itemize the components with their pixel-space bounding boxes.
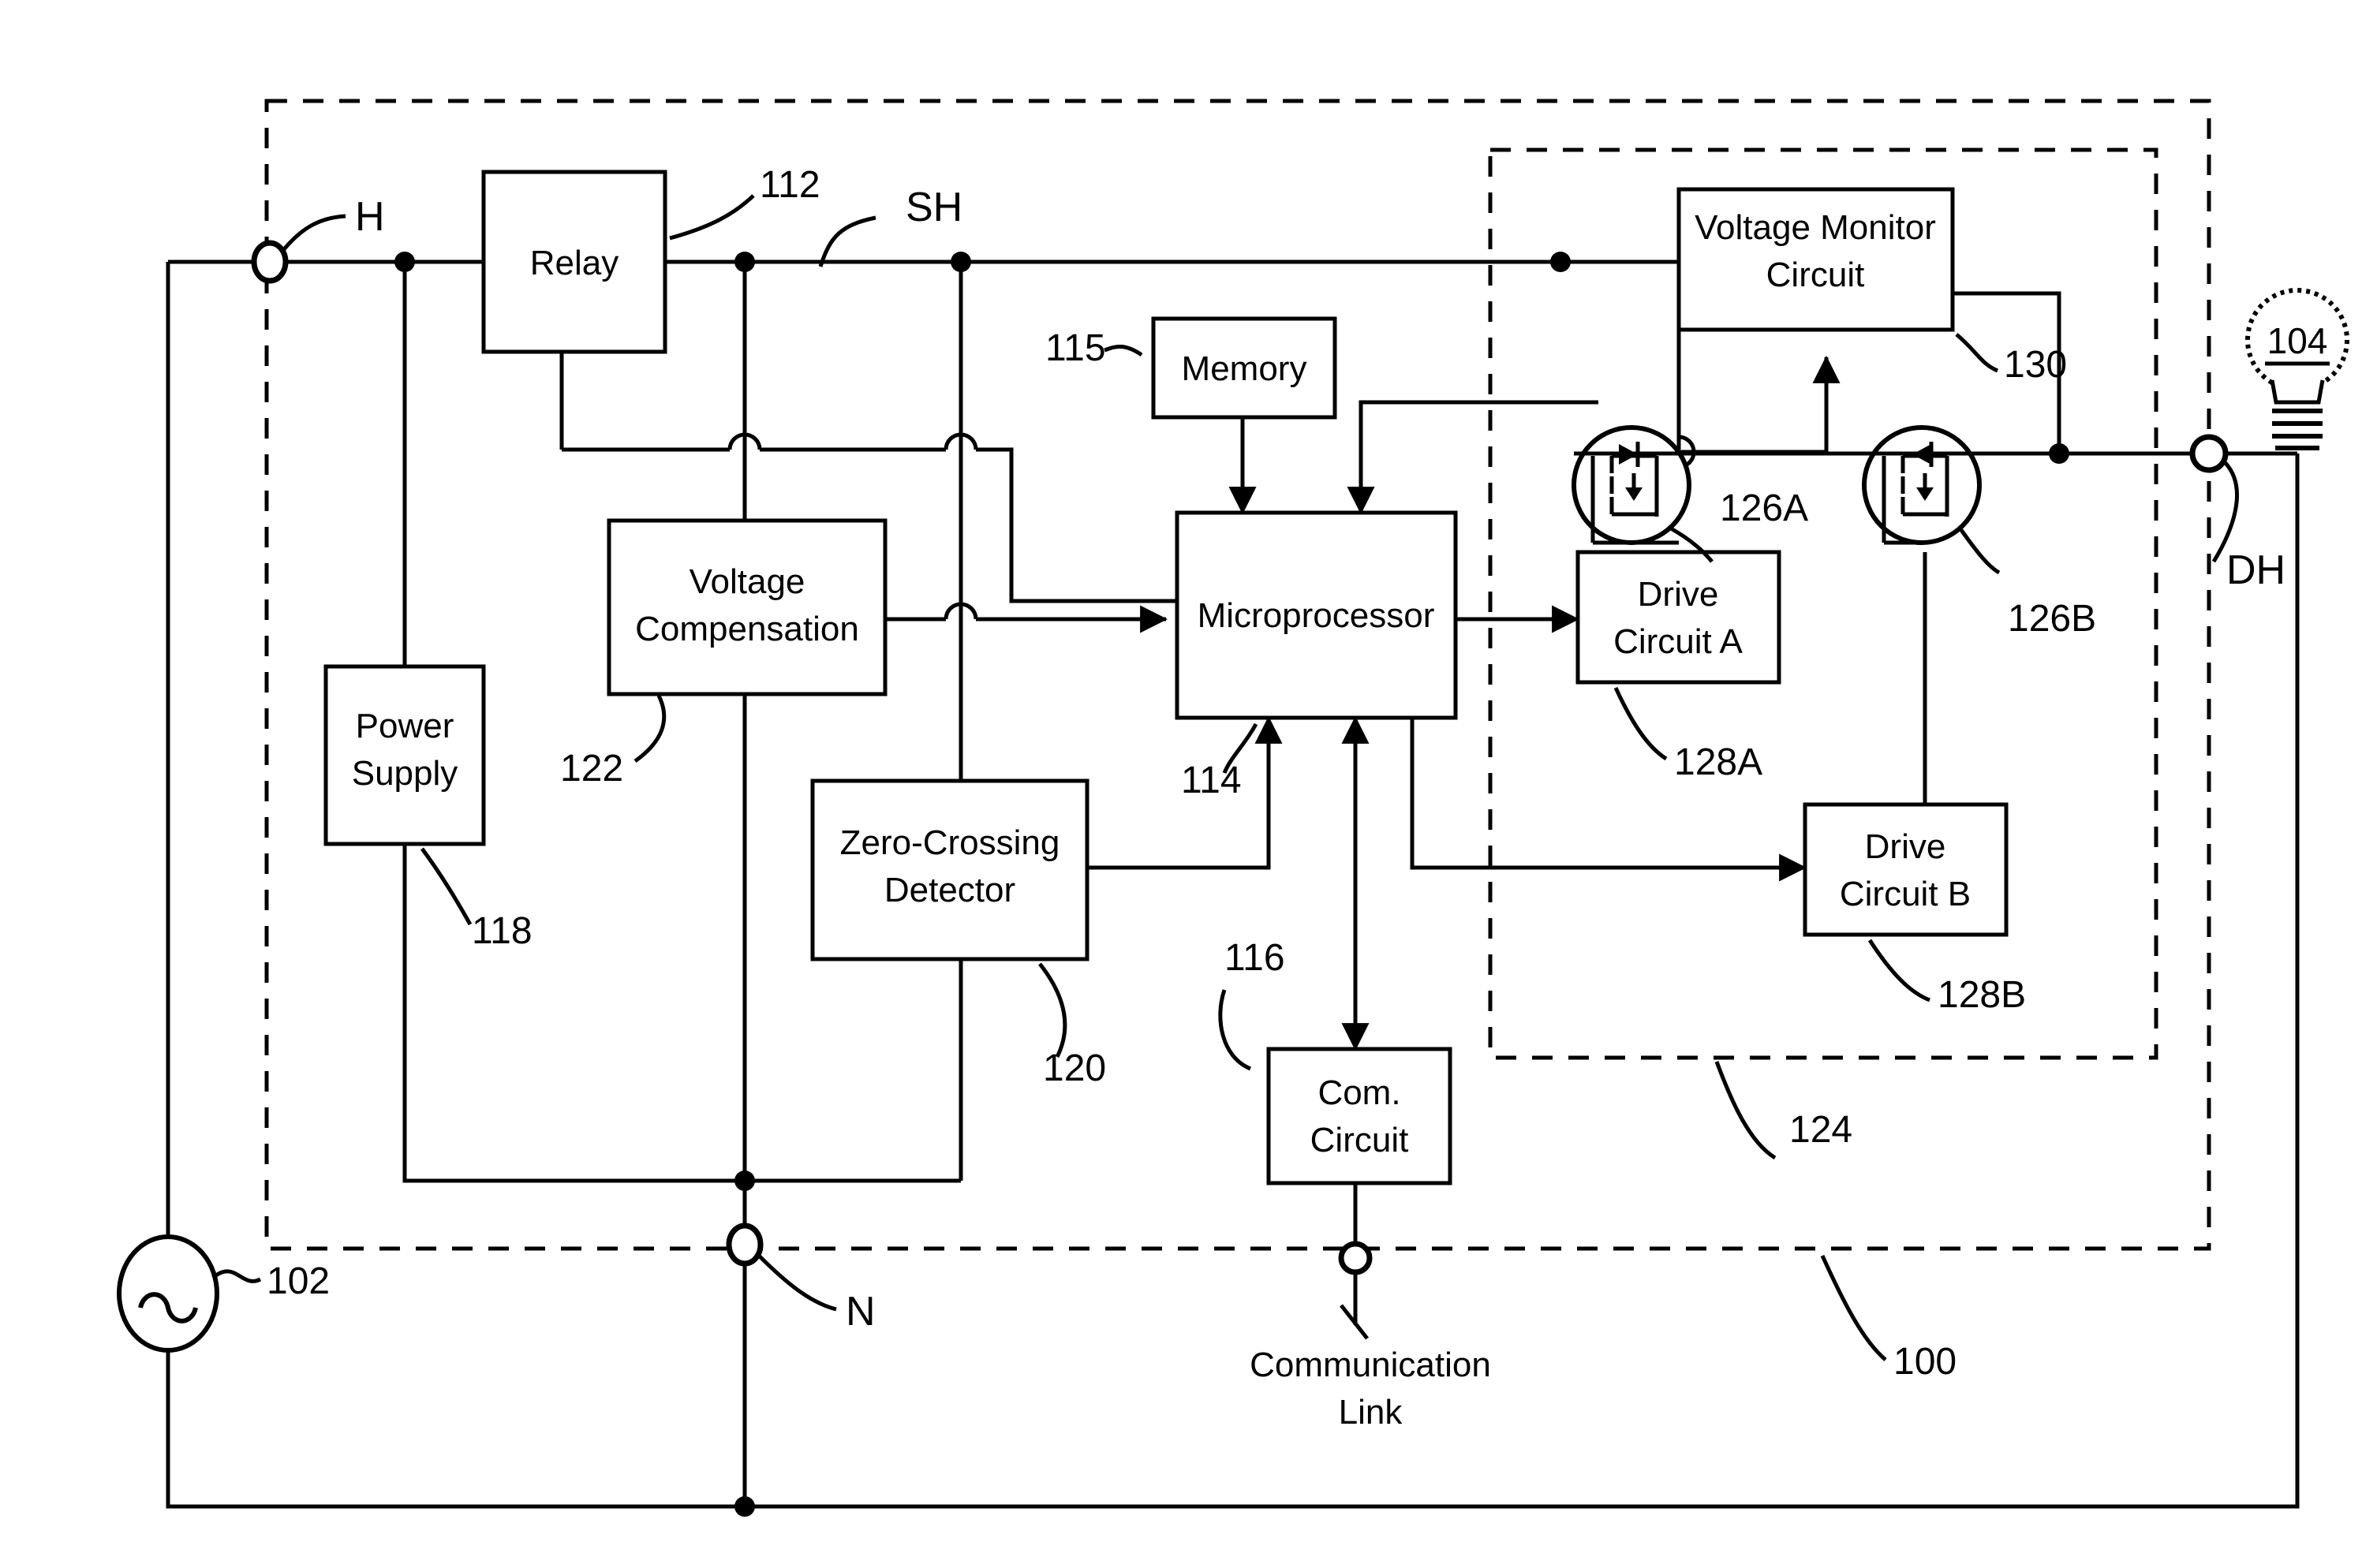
lamp-load xyxy=(2245,288,2349,450)
ref-115: 115 xyxy=(1045,327,1106,369)
block-label-psupply-1: Power xyxy=(356,707,454,745)
leader-100 xyxy=(1820,1254,1887,1361)
wire-vmon-in-b xyxy=(1679,355,1841,454)
leader-122 xyxy=(633,694,667,763)
diagram-svg: Relay Memory Microprocessor Voltage Comp… xyxy=(117,99,2349,1517)
ref-118: 118 xyxy=(472,910,533,952)
patent-figure-canvas: Relay Memory Microprocessor Voltage Comp… xyxy=(0,0,2377,1568)
block-label-vmon-1: Voltage Monitor xyxy=(1695,208,1936,247)
leader-115 xyxy=(1104,345,1143,357)
leader-118 xyxy=(420,847,473,926)
ref-114: 114 xyxy=(1181,760,1242,801)
mosfet-a xyxy=(1572,425,1691,545)
block-zcd xyxy=(810,778,1089,961)
ref-112: 112 xyxy=(760,164,820,206)
communication-link-label-2: Link xyxy=(1339,1393,1403,1432)
ref-122: 122 xyxy=(560,748,623,790)
terminal-label-H: H xyxy=(355,194,385,240)
leader-130 xyxy=(1955,333,1999,373)
block-vcomp xyxy=(607,518,888,696)
block-com xyxy=(1266,1047,1452,1185)
communication-link-label-1: Communication xyxy=(1250,1346,1491,1384)
ref-116: 116 xyxy=(1224,937,1285,979)
block-driveB xyxy=(1803,802,2009,937)
ref-104: 104 xyxy=(2267,320,2328,361)
block-label-driveA-1: Drive xyxy=(1638,575,1719,614)
block-label-micro: Microprocessor xyxy=(1198,596,1435,635)
leader-128B xyxy=(1867,939,1930,1002)
block-label-com-2: Circuit xyxy=(1310,1121,1409,1159)
wire-vmon-to-micro xyxy=(1347,400,1598,515)
block-label-vmon-2: Circuit xyxy=(1766,256,1865,294)
ref-120: 120 xyxy=(1043,1047,1106,1089)
terminal-label-N: N xyxy=(846,1289,876,1335)
leader-126B xyxy=(1959,528,2001,575)
ref-126A: 126A xyxy=(1720,487,1808,529)
ref-128B: 128B xyxy=(1938,974,2026,1016)
block-label-driveA-2: Circuit A xyxy=(1613,622,1743,661)
ref-126B: 126B xyxy=(2008,598,2096,640)
ref-124: 124 xyxy=(1789,1109,1852,1151)
block-label-relay: Relay xyxy=(530,244,619,282)
wire-relay-control-h3 xyxy=(976,447,1177,603)
block-label-driveB-1: Drive xyxy=(1865,827,1946,866)
block-label-memory: Memory xyxy=(1182,349,1307,388)
terminal-label-DH: DH xyxy=(2226,547,2285,593)
wire-micro-driveB xyxy=(1410,718,1807,882)
leader-128A xyxy=(1613,686,1668,761)
ref-128A: 128A xyxy=(1674,741,1762,783)
block-label-driveB-2: Circuit B xyxy=(1840,875,1971,913)
ref-100: 100 xyxy=(1893,1341,1957,1383)
block-driveA xyxy=(1575,550,1781,685)
terminal-H-circle xyxy=(251,240,289,284)
ref-102: 102 xyxy=(267,1260,330,1302)
lamp-ref-group: 104 xyxy=(2265,320,2330,366)
terminal-COM-circle xyxy=(1338,1241,1373,1275)
block-label-psupply-2: Supply xyxy=(352,754,458,793)
block-label-zcd-2: Detector xyxy=(884,871,1015,909)
block-label-com-1: Com. xyxy=(1317,1073,1400,1112)
block-label-zcd-1: Zero-Crossing xyxy=(840,823,1060,862)
ac-source xyxy=(117,1234,219,1353)
leader-SH xyxy=(818,215,876,267)
terminal-label-SH: SH xyxy=(906,185,962,230)
leader-H xyxy=(282,214,346,251)
leader-112 xyxy=(669,194,755,241)
leader-N xyxy=(757,1254,837,1312)
terminal-DH-circle xyxy=(2189,434,2229,473)
leader-124 xyxy=(1714,1061,1777,1160)
ref-130: 130 xyxy=(2004,344,2067,386)
leader-102 xyxy=(211,1269,262,1283)
leader-120 xyxy=(1038,962,1067,1058)
terminal-N-circle xyxy=(726,1223,764,1267)
block-label-vcomp-2: Compensation xyxy=(635,610,859,648)
block-label-vcomp-1: Voltage xyxy=(690,562,805,601)
mosfet-b xyxy=(1862,425,1982,545)
leader-116 xyxy=(1218,989,1252,1071)
